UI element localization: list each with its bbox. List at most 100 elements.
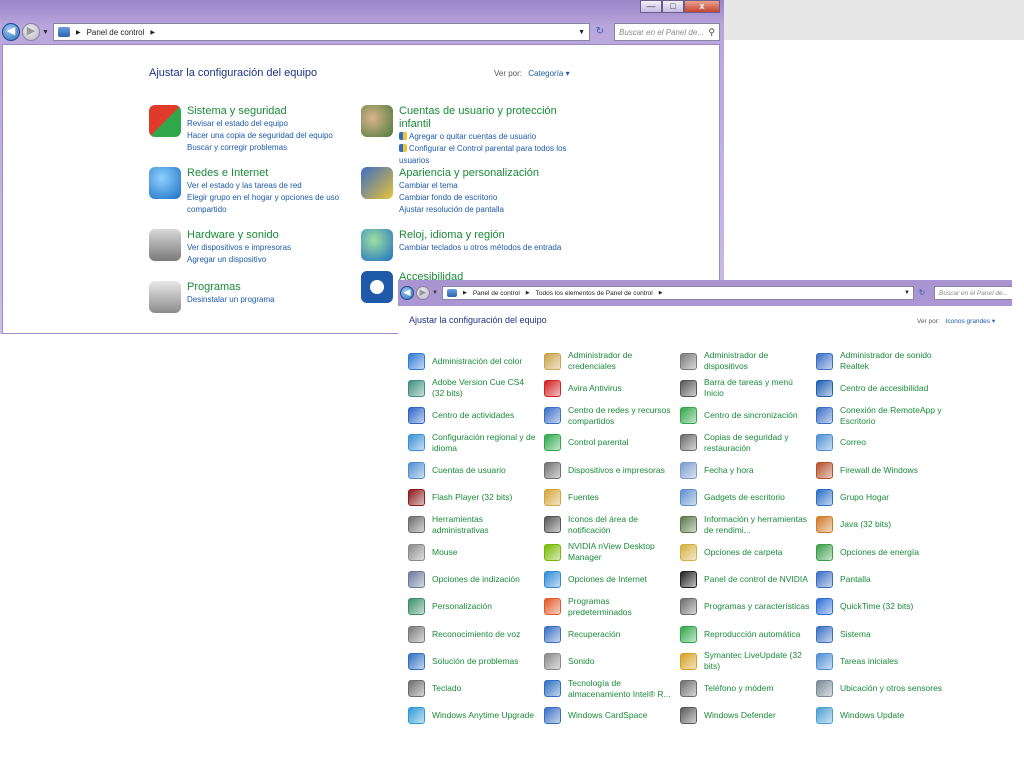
control-panel-item[interactable]: Windows Anytime Upgrade [408, 703, 538, 729]
category-link[interactable]: Elegir grupo en el hogar y opciones de u… [187, 192, 359, 216]
control-panel-item[interactable]: Solución de problemas [408, 648, 538, 674]
category-link[interactable]: Cambiar teclados u otros métodos de entr… [399, 242, 561, 254]
category-link[interactable]: Hacer una copia de seguridad del equipo [187, 130, 333, 142]
control-panel-item[interactable]: Avira Antivirus [544, 375, 674, 401]
control-panel-item[interactable]: Centro de redes y recursos compartidos [544, 403, 674, 429]
control-panel-item[interactable]: NVIDIA nView Desktop Manager [544, 539, 674, 565]
control-panel-item[interactable]: Mouse [408, 539, 538, 565]
control-panel-item[interactable]: Control parental [544, 430, 674, 456]
control-panel-item[interactable]: Información y herramientas de rendimi... [680, 512, 810, 538]
view-by-dropdown[interactable]: Categoría ▾ [528, 69, 569, 78]
control-panel-item[interactable]: Barra de tareas y menú Inicio [680, 375, 810, 401]
category-title[interactable]: Programas [187, 281, 275, 294]
title-bar[interactable]: — □ x [0, 0, 724, 20]
control-panel-item[interactable]: Programas predeterminados [544, 594, 674, 620]
users-icon[interactable] [361, 105, 393, 137]
control-panel-item[interactable]: Sonido [544, 648, 674, 674]
category-link[interactable]: Ajustar resolución de pantalla [399, 204, 539, 216]
address-bar[interactable]: ▶ Panel de control ▶ Todos los elementos… [441, 286, 914, 300]
category-link[interactable]: Desinstalar un programa [187, 294, 275, 306]
search-input[interactable]: Buscar en el Panel de... [934, 286, 1012, 300]
category-link[interactable]: Ver el estado y las tareas de red [187, 180, 359, 192]
control-panel-item[interactable]: Administrador de dispositivos [680, 348, 810, 374]
back-button[interactable]: ◀ [2, 23, 20, 41]
control-panel-item[interactable]: Administrador de credenciales [544, 348, 674, 374]
control-panel-item[interactable]: Windows CardSpace [544, 703, 674, 729]
maximize-button[interactable]: □ [662, 0, 684, 13]
control-panel-item[interactable]: Fuentes [544, 485, 674, 511]
control-panel-item[interactable]: Windows Update [816, 703, 946, 729]
recent-pages-dropdown-icon[interactable]: ▼ [432, 290, 438, 296]
category-title[interactable]: Apariencia y personalización [399, 167, 539, 180]
refresh-button[interactable]: ↻ [916, 286, 928, 300]
control-panel-item[interactable]: Centro de actividades [408, 403, 538, 429]
category-title[interactable]: Cuentas de usuario y protección infantil [399, 105, 571, 131]
control-panel-item[interactable]: Windows Defender [680, 703, 810, 729]
control-panel-item[interactable]: Opciones de energía [816, 539, 946, 565]
control-panel-item[interactable]: Symantec LiveUpdate (32 bits) [680, 648, 810, 674]
control-panel-item[interactable]: Tecnología de almacenamiento Intel® R... [544, 676, 674, 702]
category-title[interactable]: Hardware y sonido [187, 229, 291, 242]
breadcrumb-item[interactable]: Panel de control [87, 28, 145, 37]
clock-globe-icon[interactable] [361, 229, 393, 261]
control-panel-item[interactable]: Correo [816, 430, 946, 456]
category-title[interactable]: Redes e Internet [187, 167, 359, 180]
control-panel-item[interactable]: Centro de accesibilidad [816, 375, 946, 401]
control-panel-item[interactable]: Recuperación [544, 621, 674, 647]
control-panel-item[interactable]: Pantalla [816, 566, 946, 592]
programs-icon[interactable] [149, 281, 181, 313]
address-bar[interactable]: ▶ Panel de control ▶ ▼ [52, 23, 590, 41]
control-panel-item[interactable]: Panel de control de NVIDIA [680, 566, 810, 592]
forward-button[interactable]: ▶ [22, 23, 40, 41]
category-link[interactable]: Revisar el estado del equipo [187, 118, 333, 130]
category-link[interactable]: Cambiar el tema [399, 180, 539, 192]
category-link[interactable]: Configurar el Control parental para todo… [399, 143, 571, 167]
category-link[interactable]: Ver dispositivos e impresoras [187, 242, 291, 254]
refresh-button[interactable]: ↻ [592, 23, 608, 41]
category-link[interactable]: Agregar un dispositivo [187, 254, 291, 266]
globe-network-icon[interactable] [149, 167, 181, 199]
control-panel-item[interactable]: Opciones de Internet [544, 566, 674, 592]
back-button[interactable]: ◀ [400, 286, 414, 300]
control-panel-item[interactable]: Grupo Hogar [816, 485, 946, 511]
control-panel-item[interactable]: Ubicación y otros sensores [816, 676, 946, 702]
printer-icon[interactable] [149, 229, 181, 261]
control-panel-item[interactable]: Conexión de RemoteApp y Escritorio [816, 403, 946, 429]
control-panel-item[interactable]: Configuración regional y de idioma [408, 430, 538, 456]
minimize-button[interactable]: — [640, 0, 662, 13]
control-panel-item[interactable]: Gadgets de escritorio [680, 485, 810, 511]
control-panel-item[interactable]: Personalización [408, 594, 538, 620]
control-panel-item[interactable]: Java (32 bits) [816, 512, 946, 538]
accessibility-icon[interactable] [361, 271, 393, 303]
control-panel-item[interactable]: Programas y características [680, 594, 810, 620]
address-dropdown-icon[interactable]: ▼ [904, 290, 913, 296]
control-panel-item[interactable]: Fecha y hora [680, 457, 810, 483]
recent-pages-dropdown-icon[interactable]: ▼ [42, 29, 49, 36]
close-button[interactable]: x [684, 0, 720, 13]
control-panel-item[interactable]: Cuentas de usuario [408, 457, 538, 483]
search-input[interactable]: Buscar en el Panel de... ⚲ [614, 23, 720, 41]
control-panel-item[interactable]: Teléfono y módem [680, 676, 810, 702]
category-link[interactable]: Buscar y corregir problemas [187, 142, 333, 154]
control-panel-item[interactable]: Administración del color [408, 348, 538, 374]
control-panel-item[interactable]: Adobe Version Cue CS4 (32 bits) [408, 375, 538, 401]
control-panel-item[interactable]: QuickTime (32 bits) [816, 594, 946, 620]
address-dropdown-icon[interactable]: ▼ [578, 29, 589, 36]
control-panel-item[interactable]: Administrador de sonido Realtek [816, 348, 946, 374]
breadcrumb-item[interactable]: Todos los elementos de Panel de control [536, 290, 653, 297]
control-panel-item[interactable]: Reconocimiento de voz [408, 621, 538, 647]
control-panel-item[interactable]: Dispositivos e impresoras [544, 457, 674, 483]
control-panel-item[interactable]: Tareas iniciales [816, 648, 946, 674]
view-by-dropdown[interactable]: Iconos grandes ▾ [946, 318, 996, 325]
control-panel-item[interactable]: Sistema [816, 621, 946, 647]
control-panel-item[interactable]: Copias de seguridad y restauración [680, 430, 810, 456]
category-link[interactable]: Cambiar fondo de escritorio [399, 192, 539, 204]
control-panel-item[interactable]: Herramientas administrativas [408, 512, 538, 538]
category-link[interactable]: Agregar o quitar cuentas de usuario [399, 131, 571, 143]
control-panel-item[interactable]: Opciones de carpeta [680, 539, 810, 565]
control-panel-item[interactable]: Firewall de Windows [816, 457, 946, 483]
breadcrumb-item[interactable]: Panel de control [473, 290, 520, 297]
category-title[interactable]: Sistema y seguridad [187, 105, 333, 118]
forward-button[interactable]: ▶ [416, 286, 430, 300]
control-panel-item[interactable]: Reproducción automática [680, 621, 810, 647]
